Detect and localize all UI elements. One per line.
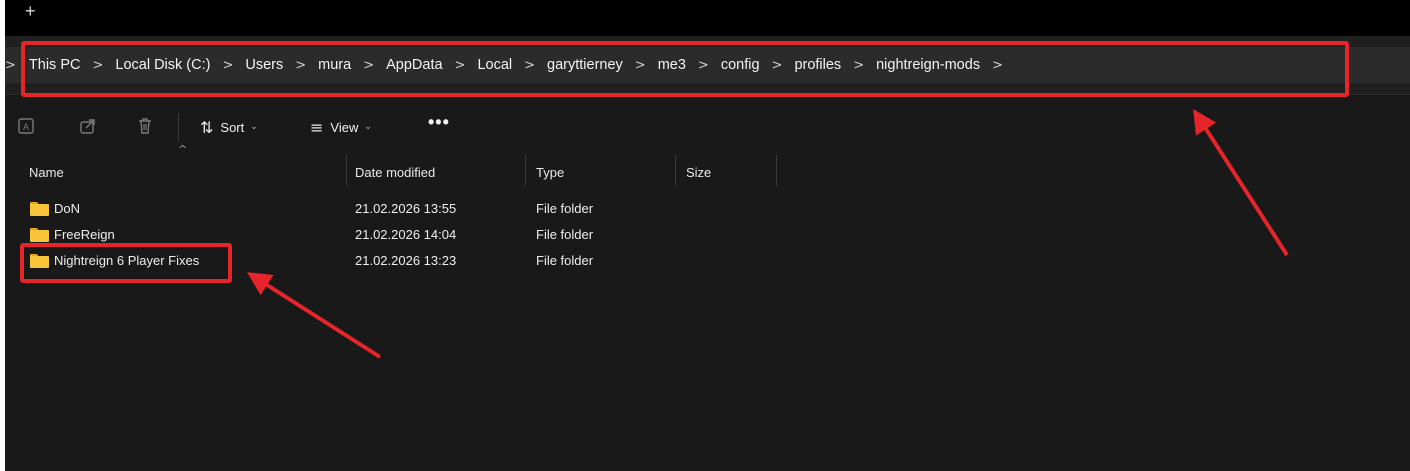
view-button[interactable]: ≡ View ⌄ [310,115,372,139]
toolbar-divider [178,113,179,141]
file-type: File folder [536,227,594,242]
more-options-button[interactable]: ••• [428,112,450,133]
share-icon[interactable] [79,117,97,135]
annotation-highlight-folder [20,243,232,283]
rename-icon[interactable]: A [17,117,35,135]
sort-ascending-indicator: ^ [178,143,188,156]
annotation-highlight-path [21,41,1349,97]
file-explorer-window: + > This PC > Local Disk (C:) > Users > … [5,0,1410,471]
delete-icon[interactable] [136,117,154,135]
new-tab-button[interactable]: + [25,2,36,20]
chevron-down-icon: ⌄ [250,122,258,132]
file-name: DoN [54,201,81,216]
command-bar: A ⇅ Sort ⌄ ≡ View ⌄ [5,103,1410,151]
folder-icon [30,228,49,242]
svg-text:A: A [23,122,29,132]
chevron-down-icon: ⌄ [364,122,372,132]
column-header-date[interactable]: Date modified [355,150,435,186]
tab-bar: + [5,0,1410,36]
column-header-size[interactable]: Size [686,150,711,186]
column-divider[interactable] [675,155,676,186]
column-divider[interactable] [346,155,347,186]
file-date: 21.02.2026 13:55 [355,201,457,216]
file-date: 21.02.2026 13:23 [355,253,457,268]
file-type: File folder [536,201,594,216]
column-header-type[interactable]: Type [536,150,564,186]
file-date: 21.02.2026 14:04 [355,227,457,242]
file-row[interactable]: DoN 21.02.2026 13:55 File folder [5,196,1410,222]
column-divider[interactable] [525,155,526,186]
sort-label: Sort [220,119,245,135]
view-label: View [330,119,359,135]
column-divider[interactable] [776,155,777,186]
file-type: File folder [536,253,594,268]
sort-icon: ⇅ [200,117,214,137]
folder-icon [30,202,49,216]
column-header-name[interactable]: Name [29,150,64,186]
view-icon: ≡ [310,117,324,137]
sort-button[interactable]: ⇅ Sort ⌄ [200,115,258,139]
